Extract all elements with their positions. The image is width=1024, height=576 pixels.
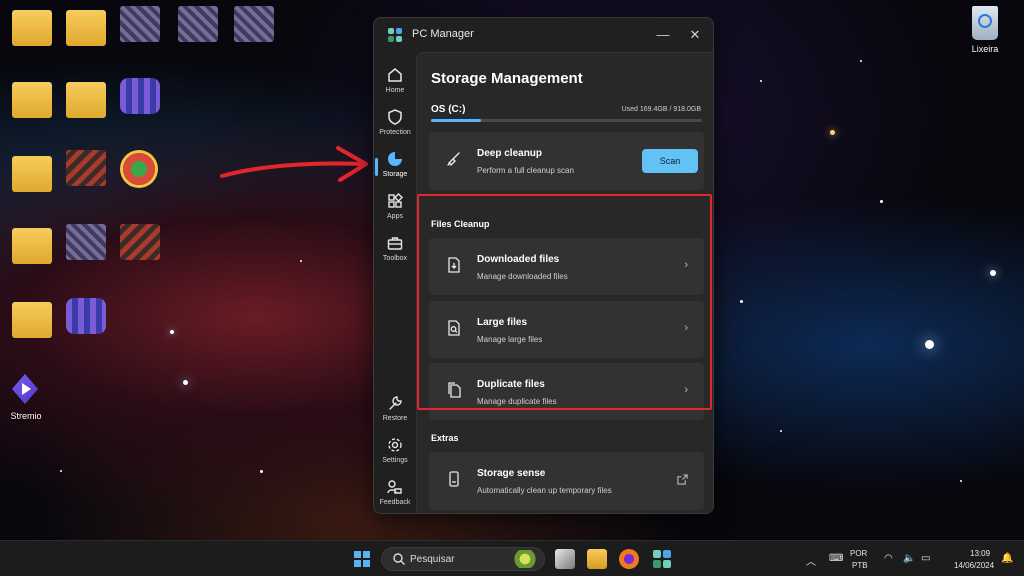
sidebar-item-label: Toolbox	[382, 255, 408, 262]
desktop-app-icon[interactable]	[120, 78, 160, 114]
language-indicator-top[interactable]: POR	[850, 549, 867, 558]
desktop-app-icon[interactable]	[234, 6, 274, 42]
firefox-icon[interactable]	[619, 549, 639, 569]
sidebar-item-label: Apps	[387, 213, 403, 220]
pie-chart-icon	[388, 152, 402, 166]
sidebar-item-label: Protection	[379, 129, 411, 136]
red-arrow-annotation	[220, 146, 368, 182]
chevron-up-icon[interactable]: ︿	[806, 553, 816, 568]
desktop-app-icon[interactable]	[120, 6, 160, 42]
desktop-folder-icon[interactable]	[12, 302, 52, 338]
deep-cleanup-subtitle: Perform a full cleanup scan	[477, 166, 574, 175]
desktop-folder-icon[interactable]	[12, 156, 52, 192]
storage-sense-card[interactable]: Storage sense Automatically clean up tem…	[429, 452, 704, 510]
desktop-folder-icon[interactable]	[66, 10, 106, 46]
desktop-app-icon[interactable]	[66, 298, 106, 334]
sidebar-item-label: Feedback	[379, 499, 411, 506]
sidebar-item-label: Settings	[382, 457, 408, 464]
sidebar-item-label: Restore	[382, 415, 408, 422]
battery-icon[interactable]: ▭	[921, 553, 930, 564]
apps-grid-icon	[388, 192, 404, 208]
sidebar-item-settings[interactable]: Settings	[374, 434, 416, 474]
phone-storage-icon	[449, 471, 459, 487]
play-icon	[22, 383, 31, 395]
pc-manager-taskbar-icon[interactable]	[652, 549, 672, 569]
wifi-icon[interactable]: ◠	[884, 553, 893, 564]
recycle-symbol-icon	[978, 14, 992, 28]
sidebar-item-label: Storage	[382, 171, 408, 178]
storage-sense-subtitle: Automatically clean up temporary files	[477, 486, 612, 495]
extras-heading: Extras	[431, 433, 459, 443]
desktop-folder-icon[interactable]	[12, 228, 52, 264]
close-button[interactable]: ✕	[682, 24, 708, 46]
wrench-icon	[389, 396, 402, 410]
recycle-bin-label: Lixeira	[971, 44, 999, 54]
sidebar-nav: Home Protection Storage Apps Toolbox Res…	[374, 58, 416, 513]
scan-button[interactable]: Scan	[642, 149, 698, 173]
search-placeholder: Pesquisar	[410, 554, 455, 565]
feedback-icon	[387, 480, 402, 494]
start-button[interactable]	[354, 551, 370, 567]
file-explorer-icon[interactable]	[587, 549, 607, 569]
desktop-browser-icon[interactable]	[120, 150, 158, 188]
drive-usage-bar	[431, 119, 702, 122]
files-cleanup-highlight-box	[417, 194, 712, 410]
language-indicator-bottom[interactable]: PTB	[852, 561, 868, 570]
gear-icon	[388, 438, 402, 452]
clock-date[interactable]: 14/06/2024	[954, 561, 994, 570]
desktop-folder-icon[interactable]	[12, 82, 52, 118]
title-bar[interactable]: PC Manager — ✕	[374, 18, 713, 52]
shield-icon	[388, 109, 402, 125]
page-title: Storage Management	[431, 70, 583, 87]
volume-icon[interactable]: 🔈	[903, 553, 915, 564]
deep-cleanup-title: Deep cleanup	[477, 148, 543, 159]
desktop-app-icon[interactable]	[66, 150, 106, 186]
external-link-icon	[677, 474, 688, 485]
desktop-folder-icon[interactable]	[12, 10, 52, 46]
drive-name: OS (C:)	[431, 104, 466, 115]
search-icon	[393, 553, 405, 565]
sidebar-item-storage[interactable]: Storage	[374, 148, 416, 188]
clock-time[interactable]: 13:09	[970, 549, 990, 558]
sidebar-item-toolbox[interactable]: Toolbox	[374, 232, 416, 272]
toolbox-icon	[387, 237, 403, 250]
desktop-app-icon[interactable]	[178, 6, 218, 42]
sidebar-item-feedback[interactable]: Feedback	[374, 476, 416, 513]
sidebar-item-label: Home	[385, 87, 405, 94]
keyboard-icon[interactable]: ⌨	[829, 553, 843, 564]
notification-bell-icon[interactable]: 🔔	[1001, 553, 1013, 564]
stremio-label: Stremio	[10, 411, 42, 421]
sidebar-item-restore[interactable]: Restore	[374, 392, 416, 432]
desktop-app-icon[interactable]	[66, 224, 106, 260]
storage-sense-title: Storage sense	[477, 468, 546, 479]
taskbar-search[interactable]: Pesquisar	[381, 547, 545, 571]
desktop-app-icon[interactable]	[120, 224, 160, 260]
search-highlight-icon	[510, 550, 540, 568]
sidebar-item-home[interactable]: Home	[374, 64, 416, 104]
sidebar-item-apps[interactable]: Apps	[374, 190, 416, 230]
broom-icon	[447, 152, 460, 166]
drive-usage-text: Used 169.4GB / 918.0GB	[621, 106, 701, 113]
pc-manager-logo-icon	[388, 28, 402, 42]
desktop-folder-icon[interactable]	[66, 82, 106, 118]
taskbar: Pesquisar ︿ ⌨ POR PTB ◠ 🔈 ▭ 13:09 14/06/…	[0, 540, 1024, 576]
active-indicator	[375, 158, 378, 176]
window-title: PC Manager	[412, 28, 474, 40]
task-view-icon[interactable]	[555, 549, 575, 569]
home-icon	[388, 68, 402, 82]
minimize-button[interactable]: —	[650, 24, 676, 46]
sidebar-item-protection[interactable]: Protection	[374, 106, 416, 146]
drive-usage-fill	[431, 119, 482, 122]
deep-cleanup-card: Deep cleanup Perform a full cleanup scan…	[429, 132, 704, 190]
